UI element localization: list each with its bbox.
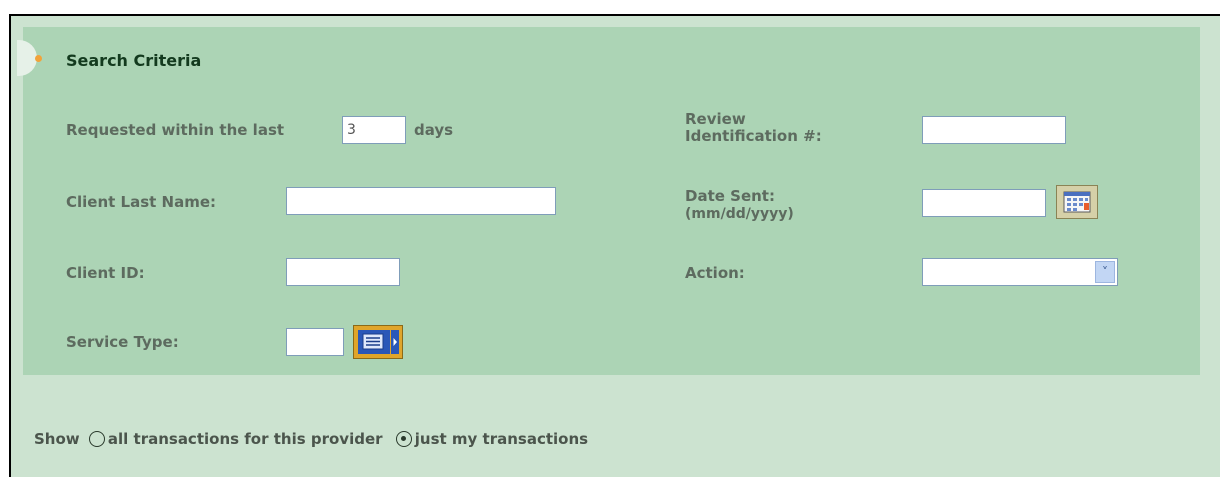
review-id-input[interactable] [922, 116, 1066, 144]
review-id-label: Review Identification #: [685, 111, 822, 145]
action-select[interactable]: ˅ [922, 258, 1118, 286]
client-last-name-input[interactable] [286, 187, 556, 215]
show-options: Show all transactions for this provider … [34, 430, 588, 448]
action-label: Action: [685, 264, 745, 282]
review-id-label-line1: Review [685, 110, 746, 128]
service-type-label: Service Type: [66, 333, 179, 351]
show-label: Show [34, 430, 80, 448]
service-type-lookup-button[interactable] [353, 325, 403, 359]
date-sent-input[interactable] [922, 189, 1046, 217]
radio-my-transactions[interactable] [395, 431, 412, 447]
bullet-dot-icon [35, 55, 42, 62]
requested-days-input[interactable] [342, 116, 406, 144]
radio-all-transactions-label[interactable]: all transactions for this provider [108, 430, 383, 448]
requested-prefix-label: Requested within the last [66, 121, 285, 139]
radio-all-transactions[interactable] [88, 431, 105, 447]
radio-my-transactions-label[interactable]: just my transactions [415, 430, 588, 448]
client-id-label: Client ID: [66, 264, 145, 282]
calendar-icon [1063, 191, 1091, 213]
section-title: Search Criteria [66, 51, 202, 70]
client-last-name-label: Client Last Name: [66, 193, 217, 211]
requested-suffix-label: days [414, 121, 454, 139]
chevron-down-icon[interactable]: ˅ [1095, 261, 1115, 283]
date-sent-label: Date Sent: (mm/dd/yyyy) [685, 188, 794, 223]
calendar-button[interactable] [1056, 185, 1098, 219]
date-sent-format: (mm/dd/yyyy) [685, 206, 794, 222]
service-type-input[interactable] [286, 328, 344, 356]
review-id-label-line2: Identification #: [685, 127, 822, 145]
client-id-input[interactable] [286, 258, 400, 286]
date-sent-label-text: Date Sent: [685, 187, 775, 205]
list-lookup-icon [358, 330, 399, 354]
